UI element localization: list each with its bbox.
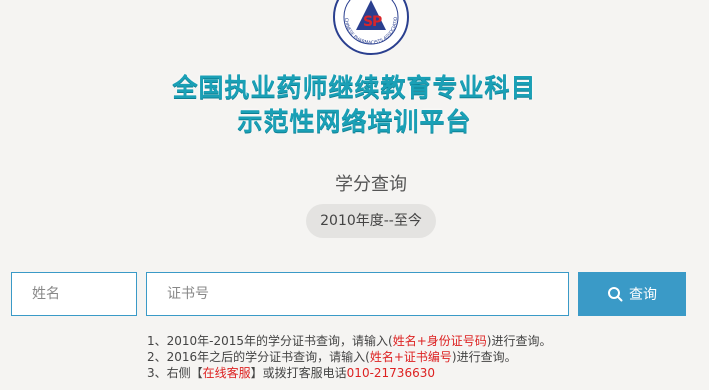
instructions: 1、2010年-2015年的学分证书查询，请输入(姓名+身份证号码)进行查询。 … [147, 333, 551, 381]
instruction-text: )进行查询。 [486, 334, 552, 348]
instruction-highlight: 姓名+证书编号 [369, 350, 452, 364]
instruction-text: 3、右侧【 [147, 366, 203, 380]
instruction-text: 2、2016年之后的学分证书查询，请输入( [147, 350, 370, 364]
association-logo: S P CHINESE PHARMA CISTS ASSOCIATION [332, 0, 409, 55]
query-title: 学分查询 [335, 174, 407, 195]
certificate-number-input[interactable] [146, 272, 569, 316]
instruction-highlight: 姓名+身份证号码 [392, 334, 487, 348]
service-phone: 010-21736630 [346, 366, 435, 380]
search-button-label: 查询 [629, 286, 657, 302]
period-badge: 2010年度--至今 [306, 204, 436, 238]
instruction-text: )进行查询。 [451, 350, 517, 364]
instruction-text: 】或拨打客服电话 [250, 366, 347, 380]
search-icon [608, 287, 623, 302]
search-button[interactable]: 查询 [578, 272, 686, 316]
instruction-line-3: 3、右侧【在线客服】或拨打客服电话010-21736630 [147, 365, 551, 381]
online-service-link[interactable]: 在线客服 [203, 366, 251, 380]
instruction-line-1: 1、2010年-2015年的学分证书查询，请输入(姓名+身份证号码)进行查询。 [147, 333, 551, 349]
name-input[interactable] [11, 272, 137, 316]
instruction-text: 1、2010年-2015年的学分证书查询，请输入( [147, 334, 393, 348]
svg-text:P: P [372, 14, 382, 30]
headline-line1: 全国执业药师继续教育专业科目 [172, 73, 537, 102]
headline-line2: 示范性网络培训平台 [237, 107, 472, 136]
instruction-line-2: 2、2016年之后的学分证书查询，请输入(姓名+证书编号)进行查询。 [147, 349, 551, 365]
